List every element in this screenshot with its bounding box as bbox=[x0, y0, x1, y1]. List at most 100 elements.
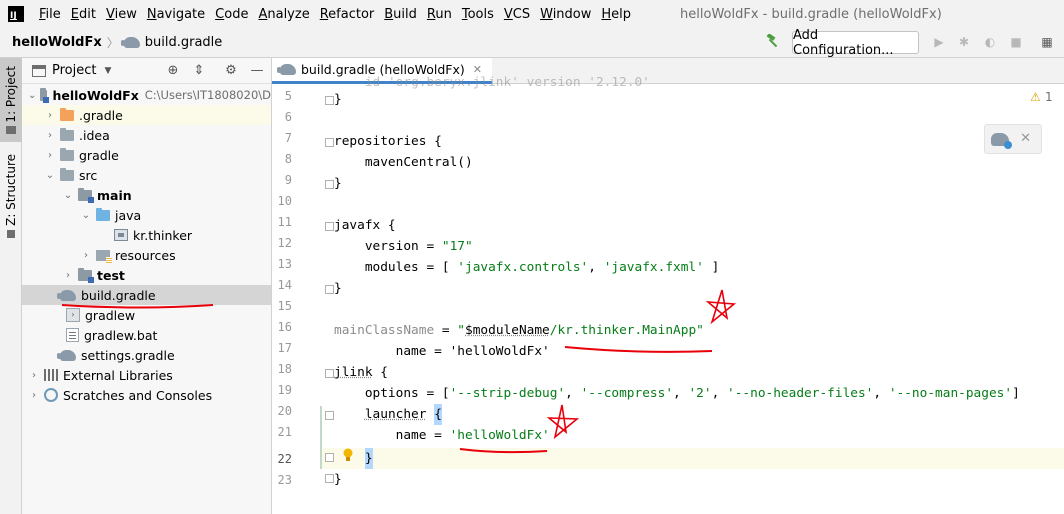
text-file-icon bbox=[66, 328, 79, 342]
fold-marker-icon[interactable] bbox=[325, 222, 334, 231]
coverage-icon[interactable]: ◐ bbox=[983, 35, 997, 49]
code-line: } bbox=[334, 92, 342, 107]
chevron-down-icon[interactable]: ⌄ bbox=[44, 170, 56, 181]
tree-item-gradle[interactable]: › gradle bbox=[22, 145, 271, 165]
line-number: 11 bbox=[277, 215, 292, 229]
chevron-right-icon[interactable]: › bbox=[80, 250, 92, 261]
project-structure-icon[interactable]: ▦ bbox=[1040, 35, 1054, 49]
gradle-reload-popup: ✕ bbox=[984, 124, 1042, 154]
tree-item-main[interactable]: ⌄ main bbox=[22, 185, 271, 205]
chevron-right-icon[interactable]: › bbox=[44, 130, 56, 141]
project-folder-icon bbox=[6, 126, 16, 135]
libraries-icon bbox=[44, 369, 58, 381]
fold-marker-icon[interactable] bbox=[325, 411, 334, 420]
string-literal: "17" bbox=[441, 239, 473, 254]
tree-item-label: .idea bbox=[79, 127, 110, 143]
code-line: launcher { bbox=[334, 404, 442, 425]
menu-navigate[interactable]: Navigate bbox=[142, 7, 210, 22]
code-area[interactable]: id 'org.beryx.jlink' version '2.12.0' } … bbox=[334, 75, 1054, 514]
line-number: 19 bbox=[277, 383, 292, 397]
breadcrumb-project[interactable]: helloWoldFx bbox=[12, 35, 102, 50]
chevron-right-icon[interactable]: › bbox=[28, 370, 40, 381]
tree-item-idea[interactable]: › .idea bbox=[22, 125, 271, 145]
folder-icon bbox=[60, 127, 74, 141]
gear-icon[interactable]: ⚙ bbox=[224, 64, 238, 78]
intellij-logo-icon: IJ bbox=[8, 6, 24, 22]
chevron-down-icon[interactable]: ⌄ bbox=[62, 190, 74, 201]
fold-marker-icon[interactable] bbox=[325, 138, 334, 147]
debug-icon[interactable]: ✱ bbox=[957, 35, 971, 49]
menu-edit[interactable]: Edit bbox=[66, 7, 101, 22]
fold-marker-icon[interactable] bbox=[325, 369, 334, 378]
menu-run[interactable]: Run bbox=[422, 7, 457, 22]
fold-marker-icon[interactable] bbox=[325, 474, 334, 483]
module-folder-icon bbox=[40, 87, 50, 103]
menu-view[interactable]: View bbox=[101, 7, 142, 22]
menu-build[interactable]: Build bbox=[379, 7, 422, 22]
tree-item-project-root[interactable]: ⌄ helloWoldFx C:\Users\IT1808020\D bbox=[22, 85, 271, 105]
locate-file-icon[interactable]: ⊕ bbox=[166, 64, 180, 78]
chevron-right-icon[interactable]: › bbox=[44, 150, 56, 161]
string-literal: '--strip-debug' bbox=[449, 386, 566, 401]
source-folder-icon bbox=[96, 207, 110, 221]
tree-item-src[interactable]: ⌄ src bbox=[22, 165, 271, 185]
line-number: 9 bbox=[284, 173, 292, 187]
menu-window[interactable]: Window bbox=[535, 7, 596, 22]
collapse-all-icon[interactable]: ⇕ bbox=[192, 64, 206, 78]
string-literal: '--no-man-pages' bbox=[888, 386, 1013, 401]
tree-item-java[interactable]: ⌄ java bbox=[22, 205, 271, 225]
tab-structure[interactable]: Z: Structure bbox=[0, 148, 22, 244]
code-line: mainClassName = "$moduleName/kr.thinker.… bbox=[334, 323, 704, 338]
tree-item-external-libraries[interactable]: › External Libraries bbox=[22, 365, 271, 385]
chevron-right-icon[interactable]: › bbox=[44, 110, 56, 121]
chevron-right-icon[interactable]: › bbox=[28, 390, 40, 401]
menu-refactor[interactable]: Refactor bbox=[315, 7, 380, 22]
add-configuration-button[interactable]: Add Configuration... bbox=[792, 28, 919, 58]
code-identifier: mainClassName bbox=[334, 323, 435, 338]
tree-item-resources[interactable]: › resources bbox=[22, 245, 271, 265]
build-hammer-icon[interactable] bbox=[766, 34, 780, 48]
tree-item-settings-gradle[interactable]: settings.gradle bbox=[22, 345, 271, 365]
chevron-down-icon[interactable]: ⌄ bbox=[28, 90, 36, 101]
menu-help[interactable]: Help bbox=[596, 7, 636, 22]
matched-brace: } bbox=[364, 448, 373, 469]
close-icon[interactable]: ✕ bbox=[1020, 131, 1031, 146]
tree-item-scratches[interactable]: › Scratches and Consoles bbox=[22, 385, 271, 405]
menu-code[interactable]: Code bbox=[210, 7, 253, 22]
run-icon[interactable]: ▶ bbox=[932, 35, 946, 49]
matched-brace: { bbox=[434, 404, 442, 425]
code-line: mavenCentral() bbox=[334, 155, 473, 170]
gradle-elephant-icon bbox=[277, 64, 296, 75]
tab-structure-label: Z: Structure bbox=[4, 154, 18, 226]
fold-marker-icon[interactable] bbox=[325, 285, 334, 294]
structure-icon bbox=[7, 229, 15, 238]
tree-item-build-gradle[interactable]: build.gradle bbox=[22, 285, 271, 305]
tree-item-gradle-dir[interactable]: › .gradle bbox=[22, 105, 271, 125]
tree-item-label: settings.gradle bbox=[81, 347, 175, 363]
menu-vcs[interactable]: VCS bbox=[499, 7, 535, 22]
breadcrumb-file[interactable]: build.gradle bbox=[120, 35, 222, 50]
tree-item-gradlew-bat[interactable]: gradlew.bat bbox=[22, 325, 271, 345]
tab-project[interactable]: 1: Project bbox=[0, 58, 22, 142]
code-line: jlink { bbox=[334, 365, 388, 380]
menu-analyze[interactable]: Analyze bbox=[253, 7, 314, 22]
menu-file[interactable]: File bbox=[34, 7, 66, 22]
hide-panel-icon[interactable]: — bbox=[250, 64, 264, 78]
fold-marker-icon[interactable] bbox=[325, 453, 334, 462]
gradle-reload-icon[interactable] bbox=[991, 133, 1012, 149]
tree-item-test[interactable]: › test bbox=[22, 265, 271, 285]
chevron-right-icon[interactable]: › bbox=[62, 270, 74, 281]
string-literal: " bbox=[457, 323, 466, 338]
project-view-selector[interactable]: Project bbox=[52, 63, 96, 78]
menu-tools[interactable]: Tools bbox=[457, 7, 499, 22]
tree-item-package[interactable]: kr.thinker bbox=[22, 225, 271, 245]
vcs-change-marker bbox=[320, 406, 322, 469]
chevron-down-icon[interactable]: ⌄ bbox=[80, 210, 92, 221]
chevron-down-icon[interactable]: ▼ bbox=[104, 66, 111, 76]
fold-marker-icon[interactable] bbox=[325, 180, 334, 189]
tree-item-gradlew[interactable]: › gradlew bbox=[22, 305, 271, 325]
tree-item-label: build.gradle bbox=[81, 287, 156, 303]
stop-icon[interactable]: ■ bbox=[1009, 35, 1023, 49]
code-line: name = 'helloWoldFx' bbox=[334, 428, 550, 443]
fold-marker-icon[interactable] bbox=[325, 96, 334, 105]
